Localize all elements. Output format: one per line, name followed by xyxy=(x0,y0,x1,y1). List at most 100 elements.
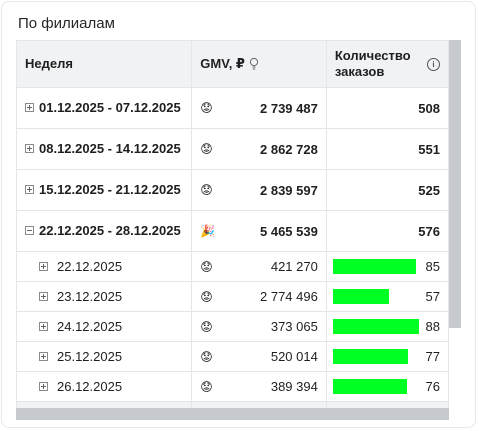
day-row: 26.12.2025 😟 389 394 76 xyxy=(16,371,449,402)
gmv-cell: 😟 389 394 xyxy=(191,371,327,402)
worried-face-icon: 😟 xyxy=(200,349,213,364)
period-label-wrap: 01.12.2025 - 07.12.2025 xyxy=(25,100,183,116)
qty-value: 76 xyxy=(425,379,440,394)
column-header-qty[interactable]: Количество заказов i xyxy=(325,40,449,88)
horizontal-scrollbar[interactable] xyxy=(16,408,449,420)
expand-icon[interactable] xyxy=(39,292,48,301)
qty-bar xyxy=(332,289,389,304)
column-header-week-label: Неделя xyxy=(25,56,73,71)
gmv-value: 2 839 597 xyxy=(260,182,318,198)
qty-value: 88 xyxy=(425,319,440,334)
gmv-value: 520 014 xyxy=(270,349,318,364)
column-header-gmv-label: GMV, ₽ xyxy=(200,56,245,71)
qty-cell-content: 85 xyxy=(332,259,440,274)
collapse-icon[interactable] xyxy=(25,226,34,235)
gmv-cell-content: 😟 520 014 xyxy=(200,349,318,364)
period-label-wrap: 25.12.2025 xyxy=(25,349,183,364)
period-cell: 08.12.2025 - 14.12.2025 xyxy=(16,128,193,170)
period-label-wrap: 23.12.2025 xyxy=(25,289,183,304)
period-cell: 24.12.2025 xyxy=(16,311,193,342)
expand-icon[interactable] xyxy=(25,144,34,153)
period-label-wrap: 24.12.2025 xyxy=(25,319,183,334)
column-header-week[interactable]: Неделя xyxy=(16,40,193,88)
qty-cell: 77 xyxy=(325,341,449,372)
branches-table: Неделя GMV, ₽ Количество заказов i 01.12… xyxy=(16,40,449,420)
qty-value: 508 xyxy=(418,100,440,116)
party-popper-icon: 🎉 xyxy=(200,224,216,238)
qty-cell: 76 xyxy=(325,371,449,402)
qty-value: 77 xyxy=(425,349,440,364)
gmv-cell: 😟 2 862 728 xyxy=(191,128,327,170)
card-title: По филиалам xyxy=(18,15,115,32)
qty-cell-content: 77 xyxy=(332,349,440,364)
qty-bar xyxy=(332,319,419,334)
qty-cell: 57 xyxy=(325,281,449,312)
gmv-cell-content: 😟 2 774 496 xyxy=(200,289,318,304)
qty-value: 525 xyxy=(418,182,440,198)
period-label-wrap: 22.12.2025 - 28.12.2025 xyxy=(25,223,183,239)
qty-bar xyxy=(332,259,416,274)
expand-icon[interactable] xyxy=(25,185,34,194)
gmv-value: 2 774 496 xyxy=(260,289,318,304)
qty-bar xyxy=(332,349,408,364)
period-label: 22.12.2025 xyxy=(57,259,123,274)
period-cell: 25.12.2025 xyxy=(16,341,193,372)
week-row: 22.12.2025 - 28.12.2025 🎉 5 465 539 576 xyxy=(16,210,449,252)
period-cell: 22.12.2025 xyxy=(16,251,193,282)
qty-cell: 88 xyxy=(325,311,449,342)
period-label: 26.12.2025 xyxy=(57,379,123,394)
worried-face-icon: 😟 xyxy=(200,379,213,394)
qty-cell-content: 57 xyxy=(332,289,440,304)
worried-face-icon: 😟 xyxy=(200,142,213,156)
expand-icon[interactable] xyxy=(39,352,48,361)
worried-face-icon: 😟 xyxy=(200,183,213,197)
period-label: 24.12.2025 xyxy=(57,319,123,334)
table-header-row: Неделя GMV, ₽ Количество заказов i xyxy=(16,40,449,88)
column-header-gmv[interactable]: GMV, ₽ xyxy=(191,40,327,88)
gmv-cell-content: 😟 2 839 597 xyxy=(200,183,318,198)
gmv-cell-content: 😟 421 270 xyxy=(200,259,318,274)
day-row: 22.12.2025 😟 421 270 85 xyxy=(16,251,449,282)
expand-icon[interactable] xyxy=(25,103,34,112)
info-icon[interactable]: i xyxy=(427,57,440,71)
worried-face-icon: 😟 xyxy=(200,101,213,115)
worried-face-icon: 😟 xyxy=(200,319,213,334)
qty-cell: 551 xyxy=(325,128,449,170)
period-cell: 22.12.2025 - 28.12.2025 xyxy=(16,210,193,252)
qty-cell-content: 88 xyxy=(332,319,440,334)
qty-cell-content: 76 xyxy=(332,379,440,394)
week-row: 08.12.2025 - 14.12.2025 😟 2 862 728 551 xyxy=(16,128,449,170)
expand-icon[interactable] xyxy=(39,382,48,391)
gmv-cell-content: 😟 389 394 xyxy=(200,379,318,394)
period-cell: 23.12.2025 xyxy=(16,281,193,312)
gmv-value: 5 465 539 xyxy=(260,223,318,239)
lightbulb-icon[interactable] xyxy=(249,57,259,71)
column-header-qty-label: Количество заказов xyxy=(334,48,411,79)
qty-value: 576 xyxy=(418,223,440,239)
gmv-value: 373 065 xyxy=(270,319,318,334)
day-row: 25.12.2025 😟 520 014 77 xyxy=(16,341,449,372)
period-cell: 26.12.2025 xyxy=(16,371,193,402)
gmv-cell: 😟 373 065 xyxy=(191,311,327,342)
period-label-wrap: 15.12.2025 - 21.12.2025 xyxy=(25,182,183,198)
period-label: 01.12.2025 - 07.12.2025 xyxy=(39,100,181,115)
qty-cell: 85 xyxy=(325,251,449,282)
period-label: 23.12.2025 xyxy=(57,289,123,304)
week-row: 15.12.2025 - 21.12.2025 😟 2 839 597 525 xyxy=(16,169,449,211)
gmv-value: 2 862 728 xyxy=(260,141,318,157)
expand-icon[interactable] xyxy=(39,322,48,331)
expand-icon[interactable] xyxy=(39,262,48,271)
gmv-cell: 🎉 5 465 539 xyxy=(191,210,327,252)
gmv-value: 389 394 xyxy=(270,379,318,394)
gmv-value: 2 739 487 xyxy=(260,100,318,116)
period-label: 25.12.2025 xyxy=(57,349,123,364)
gmv-cell-content: 😟 2 862 728 xyxy=(200,142,318,157)
worried-face-icon: 😟 xyxy=(200,289,213,304)
period-label: 22.12.2025 - 28.12.2025 xyxy=(39,223,181,238)
qty-cell: 576 xyxy=(325,210,449,252)
vertical-scrollbar[interactable] xyxy=(449,40,461,328)
qty-value: 85 xyxy=(425,259,440,274)
period-label-wrap: 08.12.2025 - 14.12.2025 xyxy=(25,141,183,157)
gmv-cell-content: 😟 2 739 487 xyxy=(200,101,318,116)
period-cell: 15.12.2025 - 21.12.2025 xyxy=(16,169,193,211)
